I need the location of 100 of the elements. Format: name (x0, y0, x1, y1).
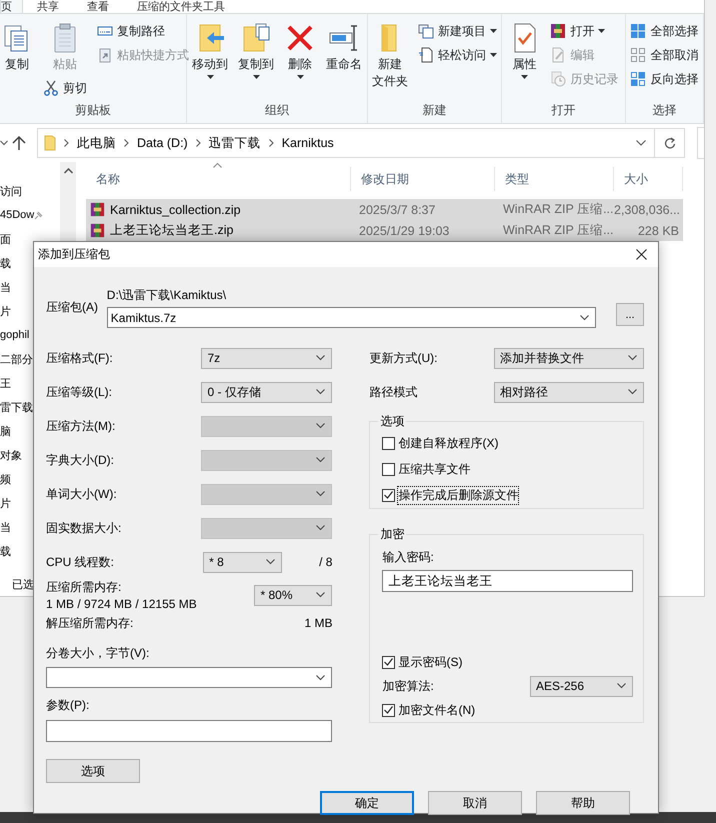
ribbon-button[interactable]: 新建 文件夹 (371, 20, 410, 92)
search-field[interactable] (697, 127, 704, 159)
nav-item[interactable]: gophil (0, 323, 60, 347)
options-button[interactable]: 选项 (46, 759, 140, 783)
column-header[interactable]: 类型 (495, 167, 614, 191)
dialog-button[interactable]: 取消 (428, 791, 522, 815)
breadcrumb[interactable]: 迅雷下载 (208, 134, 261, 152)
breadcrumb[interactable]: Data (D:) (137, 136, 188, 150)
breadcrumb[interactable]: 此电脑 (77, 134, 116, 152)
archive-icon (90, 223, 105, 238)
chevron-down-icon (316, 457, 326, 463)
chevron-down-icon[interactable] (0, 140, 8, 146)
dropdown[interactable]: 相对路径 (494, 382, 644, 402)
ribbon-button[interactable]: 重命名 (325, 20, 364, 75)
edit-page-icon (550, 47, 566, 63)
checkbox-label: 操作完成后删除源文件 (398, 486, 518, 504)
checkbox[interactable] (382, 462, 396, 476)
file-row[interactable]: 上老王论坛当老王.zip 2025/1/29 19:03 WinRAR ZIP 压缩... 228 KB (86, 220, 683, 241)
file-name: 上老王论坛当老王.zip (110, 222, 234, 239)
ribbon-button[interactable]: 复制 (0, 20, 34, 75)
caret-icon (598, 29, 606, 33)
group-label: 打开 (550, 102, 576, 119)
ribbon-button[interactable]: 属性 (507, 20, 542, 81)
field-label: 解压缩所需内存: (46, 614, 134, 632)
file-date: 2025/3/7 8:37 (358, 202, 436, 216)
dialog-button[interactable]: 确定 (320, 791, 414, 815)
dropdown[interactable]: 添加并替换文件 (494, 348, 644, 368)
file-date: 2025/1/29 19:03 (358, 224, 450, 238)
folder-icon (44, 135, 56, 151)
caret-icon (490, 29, 498, 33)
field-label: 压缩格式(F): (46, 350, 113, 366)
chevron-down-icon (266, 559, 276, 565)
ribbon-button[interactable]: 轻松访问 (417, 44, 498, 66)
check-icon (384, 658, 394, 666)
caret-icon (520, 75, 528, 79)
up-arrow-icon[interactable] (12, 135, 26, 151)
chevron-down-icon (316, 525, 326, 531)
thread-dropdown[interactable]: * 8 (203, 552, 282, 572)
ribbon-button[interactable]: 剪切 (42, 77, 88, 99)
memory-dropdown[interactable]: * 80% (254, 584, 332, 606)
checkbox[interactable] (382, 436, 396, 450)
memory-value: 1 MB (304, 616, 332, 630)
ribbon-button[interactable]: 新建项目 (417, 20, 498, 42)
chevron-right-icon (64, 139, 69, 147)
field-label: 压缩等级(L): (46, 384, 112, 400)
chevron-down-icon[interactable] (636, 140, 646, 146)
checkbox[interactable] (382, 704, 396, 716)
ribbon-button[interactable]: 反向选择 (629, 68, 700, 90)
clock-icon (550, 71, 566, 87)
nav-item[interactable]: 访问 (0, 179, 60, 203)
field-label: 压缩所需内存: (46, 579, 122, 596)
dropdown[interactable]: 0 - 仅存储 (201, 382, 332, 402)
column-header[interactable]: 大小 (614, 167, 683, 191)
caret-icon (206, 75, 214, 79)
ribbon-button[interactable]: 全部取消 (629, 44, 700, 66)
address-bar[interactable]: 此电脑 Data (D:) 迅雷下载 Karniktus (37, 128, 655, 158)
column-header[interactable]: 修改日期 (351, 167, 495, 191)
checkbox-option[interactable]: 加密文件名(N) (382, 701, 476, 719)
group-label: 组织 (264, 102, 290, 119)
field-label: 压缩方法(M): (46, 418, 116, 434)
dropdown[interactable]: 7z (201, 348, 332, 368)
chevron-down-icon (628, 389, 637, 395)
dialog-button[interactable]: 帮助 (536, 791, 630, 815)
ribbon-button[interactable]: 打开 (549, 20, 620, 42)
breadcrumb[interactable]: Karniktus (282, 136, 334, 150)
column-header[interactable]: 名称 (86, 167, 351, 191)
checkbox-option[interactable]: 显示密码(S) (382, 653, 462, 671)
browse-button[interactable]: ... (616, 303, 644, 326)
ribbon-button[interactable]: 全部选择 (629, 20, 700, 42)
combo-field[interactable] (46, 667, 332, 688)
file-row[interactable]: Karniktus_collection.zip 2025/3/7 8:37 WinRAR ZIP 压缩...2,308,036... (86, 199, 683, 220)
ribbon-tab[interactable]: 页 (0, 0, 23, 13)
chevron-right-icon (268, 139, 274, 147)
nav-item[interactable]: 45Dow (0, 203, 60, 227)
password-field[interactable]: 上老王论坛当老王 (382, 570, 633, 592)
group-label: 新建 (422, 102, 448, 119)
ribbon-button[interactable]: 移动到 (191, 20, 230, 81)
archive-name-field[interactable]: Kamiktus.7z (106, 307, 596, 328)
checkbox-option[interactable]: 压缩共享文件 (382, 460, 633, 478)
checkbox[interactable] (382, 656, 396, 668)
chevron-right-icon (196, 139, 201, 147)
dialog-title: 添加到压缩包 (38, 246, 111, 263)
ribbon-button[interactable]: 删除 (283, 20, 318, 81)
field-label: 更新方式(U): (369, 350, 438, 366)
encryption-dropdown[interactable]: AES-256 (530, 676, 633, 696)
ribbon-button[interactable]: 复制路径 (96, 20, 190, 42)
scroll-up-icon[interactable] (64, 168, 72, 174)
ribbon-button[interactable]: 复制到 (237, 20, 276, 81)
group-label: 选择 (651, 102, 678, 119)
check-icon (384, 706, 394, 714)
checkbox-option[interactable]: 创建自释放程序(X) (382, 434, 633, 452)
memory-usage: 1 MB / 9724 MB / 12155 MB (46, 597, 197, 611)
checkbox[interactable] (382, 488, 396, 502)
archive-path: D:\迅雷下载\Kamiktus\ (106, 287, 228, 304)
nav-item[interactable]: 当 (0, 275, 60, 299)
input-field[interactable] (46, 720, 332, 742)
field-label: 分卷大小，字节(V): (46, 645, 150, 662)
refresh-button[interactable] (655, 128, 685, 158)
document-icon (418, 47, 434, 63)
checkbox-option[interactable]: 操作完成后删除源文件 (382, 486, 633, 504)
